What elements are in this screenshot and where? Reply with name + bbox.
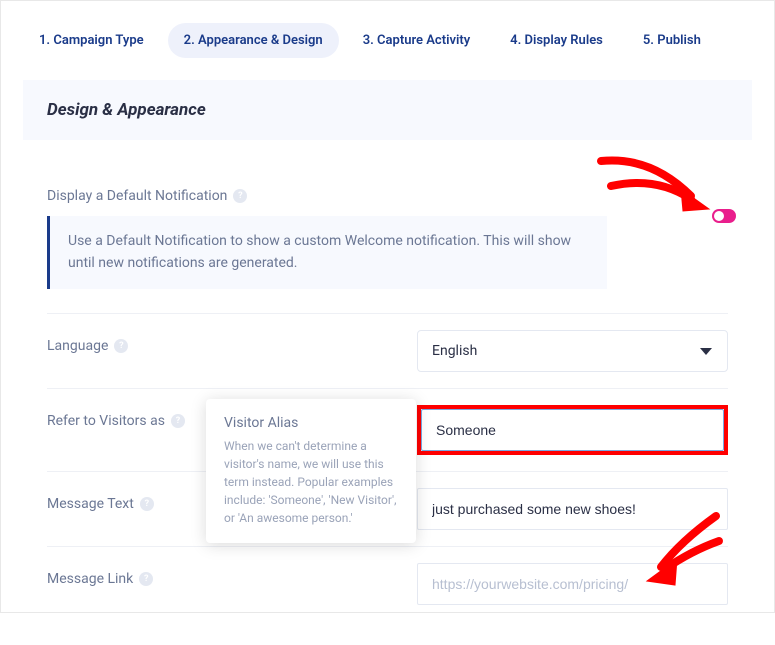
help-icon[interactable]: ? — [140, 497, 154, 511]
language-label: Language — [47, 338, 108, 354]
step-campaign-type[interactable]: 1. Campaign Type — [23, 23, 160, 58]
highlight-annotation — [417, 405, 728, 455]
tooltip-text: When we can't determine a visitor's name… — [224, 437, 398, 527]
visitor-alias-tooltip: Visitor Alias When we can't determine a … — [206, 399, 416, 543]
default-notification-hint: Use a Default Notification to show a cus… — [47, 216, 607, 289]
arrow-annotation-icon — [631, 511, 731, 591]
message-link-label: Message Link — [47, 571, 133, 587]
panel-header: Design & Appearance — [23, 80, 752, 140]
panel-title: Design & Appearance — [47, 100, 728, 120]
message-text-label: Message Text — [47, 496, 134, 512]
tooltip-title: Visitor Alias — [224, 415, 398, 431]
default-notification-label: Display a Default Notification — [47, 188, 227, 204]
step-appearance-design[interactable]: 2. Appearance & Design — [168, 23, 339, 58]
language-select[interactable]: English — [417, 330, 728, 372]
step-publish[interactable]: 5. Publish — [627, 23, 717, 58]
wizard-steps: 1. Campaign Type 2. Appearance & Design … — [23, 23, 752, 58]
help-icon[interactable]: ? — [171, 414, 185, 428]
visitor-alias-input[interactable] — [421, 409, 724, 451]
step-capture-activity[interactable]: 3. Capture Activity — [347, 23, 486, 58]
visitor-alias-label: Refer to Visitors as — [47, 413, 165, 429]
arrow-annotation-icon — [591, 151, 721, 221]
step-display-rules[interactable]: 4. Display Rules — [494, 23, 619, 58]
help-icon[interactable]: ? — [114, 339, 128, 353]
help-icon[interactable]: ? — [139, 572, 153, 586]
help-icon[interactable]: ? — [233, 189, 247, 203]
